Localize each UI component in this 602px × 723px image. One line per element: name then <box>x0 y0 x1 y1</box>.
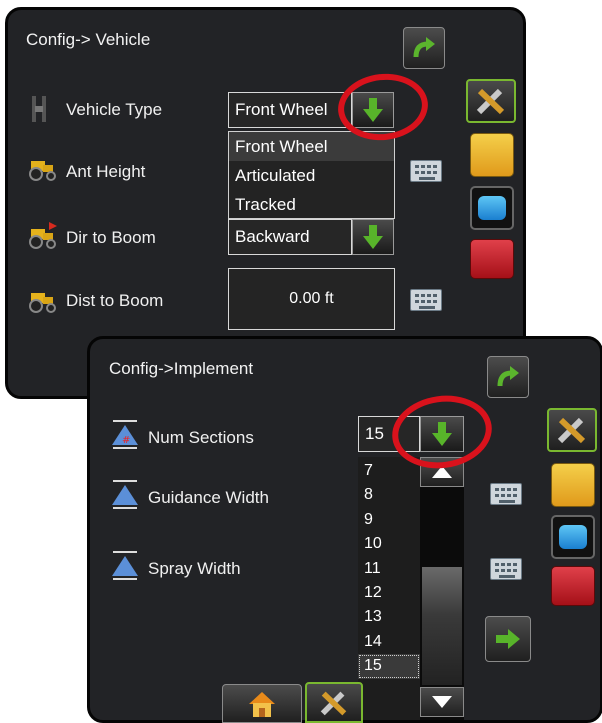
vehicle-type-dropdown-list: Front Wheel Articulated Tracked <box>228 131 395 219</box>
red-toolbox-icon[interactable] <box>470 239 514 279</box>
guidance-width-label: Guidance Width <box>148 488 269 507</box>
option-tracked[interactable]: Tracked <box>229 190 394 219</box>
tractor-direction-icon <box>29 222 57 249</box>
option-10[interactable]: 10 <box>358 532 420 556</box>
keyboard-icon[interactable] <box>490 558 522 580</box>
option-9[interactable]: 9 <box>358 508 420 532</box>
option-15[interactable]: 15 <box>358 654 420 679</box>
yellow-toolbox-icon[interactable] <box>470 133 514 177</box>
scroll-down-button[interactable] <box>420 687 464 717</box>
spray-width-icon <box>112 551 138 580</box>
dist-to-boom-label: Dist to Boom <box>66 291 164 310</box>
yellow-toolbox-icon[interactable] <box>551 463 595 507</box>
tools-nav-button[interactable] <box>305 682 363 723</box>
blue-display-icon[interactable] <box>551 515 595 559</box>
keyboard-icon[interactable] <box>410 160 442 182</box>
svg-text:#: # <box>122 435 130 446</box>
red-toolbox-icon[interactable] <box>551 566 595 606</box>
sections-icon: # <box>112 420 138 449</box>
option-13[interactable]: 13 <box>358 605 420 629</box>
curved-arrow-icon <box>497 366 519 387</box>
next-button[interactable] <box>485 616 531 662</box>
num-sections-label: Num Sections <box>148 428 254 447</box>
scrollbar[interactable] <box>420 457 464 720</box>
keyboard-icon[interactable] <box>490 483 522 505</box>
green-down-arrow-icon <box>363 225 383 249</box>
vehicle-type-label: Vehicle Type <box>66 100 163 119</box>
tractor-distance-icon <box>29 293 56 313</box>
dist-to-boom-field[interactable]: 0.00 ft <box>228 268 395 330</box>
blue-display-icon[interactable] <box>470 186 514 230</box>
vehicle-type-icon <box>32 96 46 122</box>
option-14[interactable]: 14 <box>358 630 420 654</box>
option-articulated[interactable]: Articulated <box>229 161 394 190</box>
dir-to-boom-dropdown-button[interactable] <box>352 219 394 255</box>
keyboard-icon[interactable] <box>410 289 442 311</box>
triangle-down-icon <box>432 696 452 708</box>
page-title: Config-> Vehicle <box>26 30 151 49</box>
num-sections-dropdown-list: 7 8 9 10 11 12 13 14 15 <box>358 457 420 720</box>
dir-to-boom-label: Dir to Boom <box>66 228 156 247</box>
dir-to-boom-select[interactable]: Backward <box>228 219 352 255</box>
home-button[interactable] <box>222 684 302 723</box>
page-title: Config->Implement <box>109 359 254 378</box>
option-8[interactable]: 8 <box>358 483 420 507</box>
tab-tools[interactable] <box>466 79 516 123</box>
vehicle-type-value: Front Wheel <box>235 100 328 119</box>
dist-to-boom-value: 0.00 ft <box>289 290 334 307</box>
back-button[interactable] <box>487 356 529 398</box>
tab-tools[interactable] <box>547 408 597 452</box>
wrench-screwdriver-icon <box>476 88 505 115</box>
option-11[interactable]: 11 <box>358 557 420 581</box>
green-right-arrow-icon <box>496 629 520 649</box>
spray-width-label: Spray Width <box>148 559 241 578</box>
num-sections-value: 15 <box>365 424 384 443</box>
vehicle-type-select[interactable]: Front Wheel <box>228 92 352 128</box>
home-icon <box>249 691 275 717</box>
scroll-thumb[interactable] <box>422 567 462 685</box>
option-12[interactable]: 12 <box>358 581 420 605</box>
dir-to-boom-value: Backward <box>235 227 310 246</box>
tractor-icon <box>29 161 56 181</box>
ant-height-label: Ant Height <box>66 162 146 181</box>
back-button[interactable] <box>403 27 445 69</box>
curved-arrow-icon <box>413 37 435 58</box>
wrench-screwdriver-icon <box>557 417 586 444</box>
guidance-width-icon <box>112 480 138 509</box>
wrench-screwdriver-icon <box>320 691 347 715</box>
